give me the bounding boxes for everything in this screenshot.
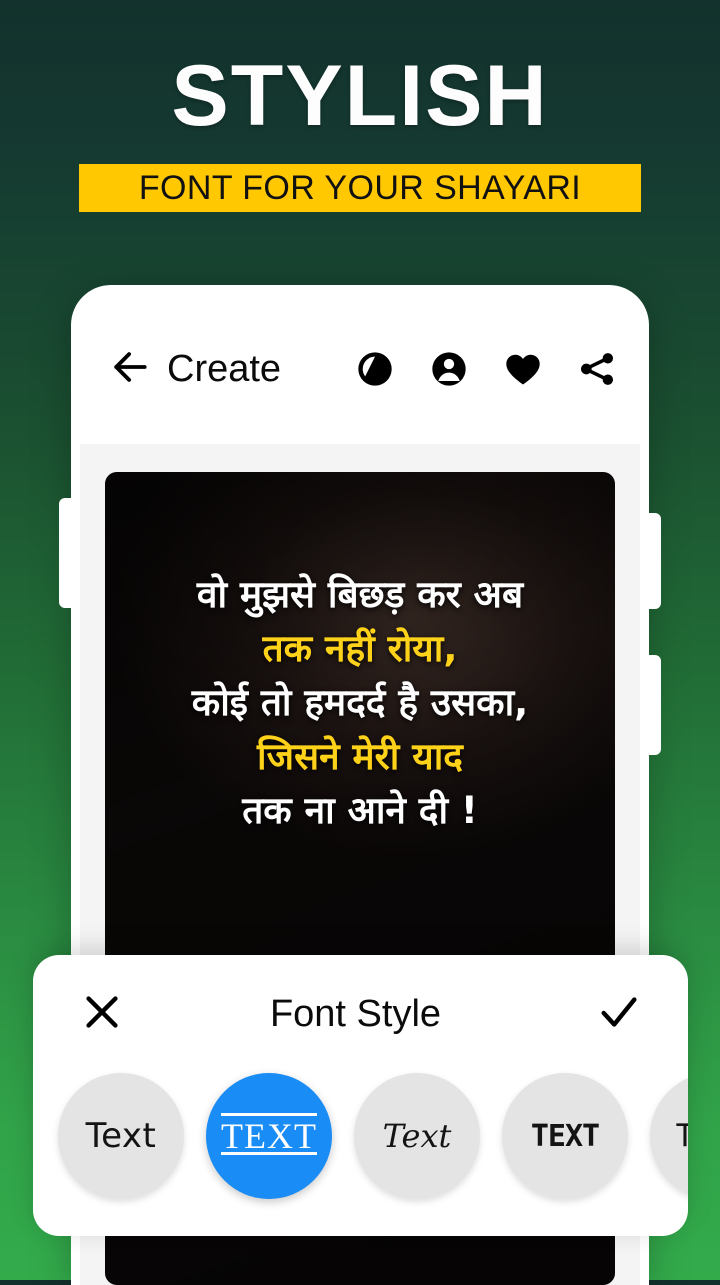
app-bar-actions <box>354 348 618 390</box>
font-chip-selected[interactable]: TEXT <box>206 1073 332 1199</box>
done-button[interactable] <box>593 988 645 1040</box>
account-button[interactable] <box>428 348 470 390</box>
app-bar-title: Create <box>167 347 282 390</box>
contrast-toggle[interactable] <box>354 348 396 390</box>
font-chip-label: Text <box>675 1118 688 1154</box>
font-chip[interactable]: Text <box>650 1073 688 1199</box>
font-chip[interactable]: Text <box>58 1073 184 1199</box>
promo-header: STYLISH FONT FOR YOUR SHAYARI <box>0 0 720 240</box>
favorite-button[interactable] <box>502 348 544 390</box>
shayari-text-block[interactable]: वो मुझसे बिछड़ कर अब तक नहीं रोया, कोई त… <box>105 568 615 838</box>
font-chip-label: TEXT <box>530 1118 600 1154</box>
font-panel-header: Font Style <box>33 955 688 1073</box>
shayari-line: तक ना आने दी ! <box>242 789 478 832</box>
font-chip-label: Text <box>382 1117 452 1155</box>
check-icon <box>596 989 642 1040</box>
font-panel-title: Font Style <box>269 992 442 1035</box>
app-bar: Create <box>80 294 640 444</box>
phone-volume-up-button[interactable] <box>645 513 661 609</box>
promo-subtitle-banner: FONT FOR YOUR SHAYARI <box>79 164 641 212</box>
share-button[interactable] <box>576 348 618 390</box>
font-chip-row[interactable]: Text TEXT Text TEXT Text <box>33 1073 688 1199</box>
font-chip[interactable]: Text <box>354 1073 480 1199</box>
promo-title: STYLISH <box>171 48 549 144</box>
shayari-line: वो मुझसे बिछड़ कर अब <box>196 573 524 616</box>
font-chip-label: Text <box>85 1116 157 1156</box>
phone-volume-down-button[interactable] <box>645 655 661 755</box>
font-chip-label: TEXT <box>221 1116 317 1156</box>
shayari-line: जिसने मेरी याद <box>257 735 463 778</box>
font-chip[interactable]: TEXT <box>502 1073 628 1199</box>
promo-subtitle: FONT FOR YOUR SHAYARI <box>138 168 582 207</box>
font-style-panel: Font Style Text TEXT Text TEXT Text <box>33 955 688 1236</box>
shayari-line: कोई तो हमदर्द है उसका, <box>191 681 529 724</box>
phone-side-button-left[interactable] <box>59 498 75 608</box>
shayari-line: तक नहीं रोया, <box>262 627 458 670</box>
arrow-left-icon <box>108 345 152 394</box>
back-button[interactable] <box>107 346 153 392</box>
